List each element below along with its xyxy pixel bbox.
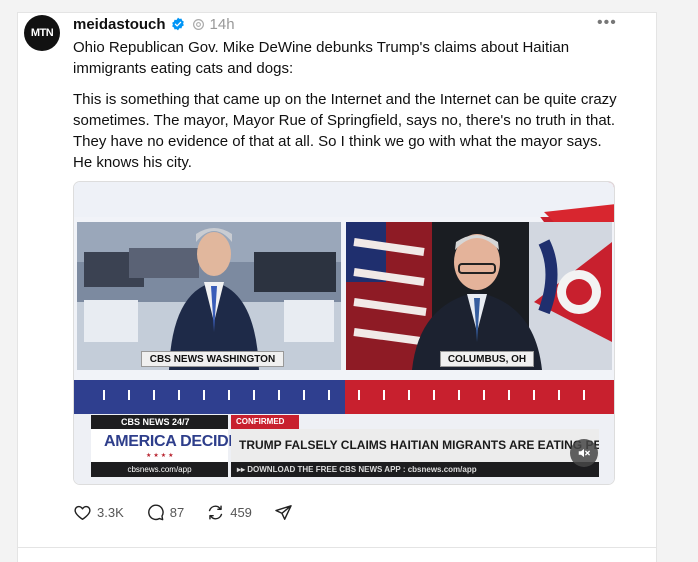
left-location-caption: CBS NEWS WASHINGTON <box>141 351 284 367</box>
card-divider <box>17 547 657 548</box>
network-tag: CBS NEWS 24/7 <box>91 415 228 429</box>
site-url: cbsnews.com/app <box>91 462 228 477</box>
post-header: meidastouch 14h <box>73 14 235 34</box>
repost-icon <box>209 504 223 520</box>
post-time[interactable]: 14h <box>210 16 235 33</box>
right-location-caption: COLUMBUS, OH <box>440 351 534 367</box>
right-video-panel <box>346 222 612 370</box>
stars-decoration: ★★★★ <box>146 453 176 459</box>
comment-icon <box>147 504 164 520</box>
post-quote: This is something that came up on the In… <box>73 91 617 171</box>
share-button[interactable] <box>274 503 293 522</box>
heart-icon <box>74 505 91 520</box>
username[interactable]: meidastouch <box>73 16 166 33</box>
headline: TRUMP FALSELY CLAIMS HAITIAN MIGRANTS AR… <box>231 429 599 462</box>
threads-icon <box>192 18 204 30</box>
comment-count: 87 <box>169 504 185 520</box>
repost-count: 459 <box>230 504 252 520</box>
video-player[interactable]: CBS NEWS WASHINGTON COLUMBUS, OH CBS NEW… <box>73 181 615 485</box>
like-button[interactable]: 3.3K <box>73 503 124 522</box>
speaker-muted-icon <box>578 448 590 458</box>
download-bar: ▸▸ DOWNLOAD THE FREE CBS NEWS APP : cbsn… <box>231 462 599 477</box>
more-options-button[interactable]: ••• <box>597 14 617 32</box>
left-video-panel <box>77 222 341 370</box>
news-lower-third: CBS NEWS 24/7 AMERICA DECIDES ★★★★ cbsne… <box>91 415 599 477</box>
post-caption: Ohio Republican Gov. Mike DeWine debunks… <box>73 39 570 77</box>
repost-button[interactable]: 459 <box>206 503 252 522</box>
post-actions: 3.3K 87 459 <box>73 502 315 522</box>
mute-button[interactable] <box>570 439 598 467</box>
like-count: 3.3K <box>97 504 124 520</box>
show-title: AMERICA DECIDES <box>104 433 250 450</box>
verified-badge-icon <box>171 17 184 31</box>
avatar[interactable]: MTN <box>24 15 60 51</box>
confirmed-label: CONFIRMED <box>231 415 299 429</box>
comment-button[interactable]: 87 <box>146 503 184 522</box>
share-icon <box>275 504 292 520</box>
